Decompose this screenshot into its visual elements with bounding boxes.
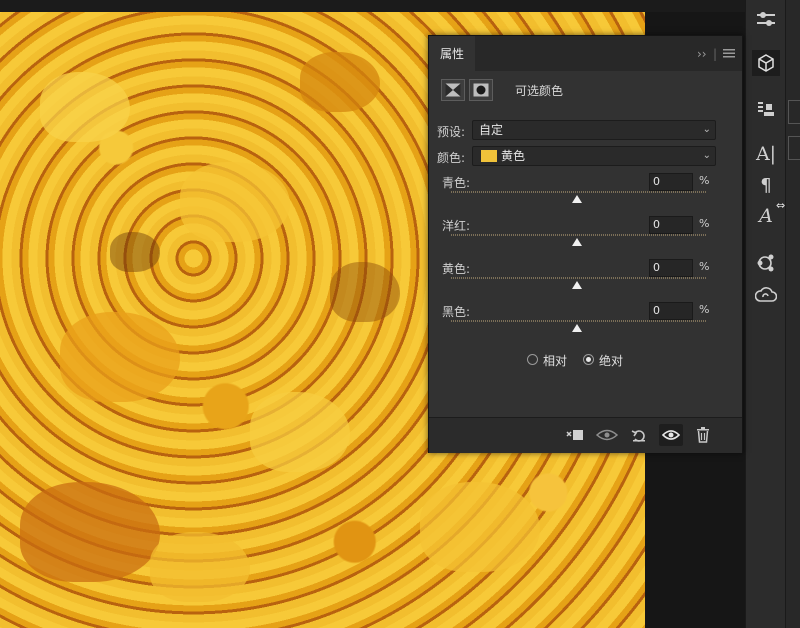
panel-scrollbar[interactable] [727, 128, 737, 414]
black-slider-row: 黑色: 0 % [429, 302, 742, 347]
adjustment-title: 可选颜色 [515, 84, 564, 98]
view-previous-state-icon[interactable] [595, 424, 619, 446]
collapse-chevrons-icon[interactable]: ›› [697, 47, 707, 61]
cyan-slider-thumb[interactable] [572, 195, 582, 203]
magenta-value-input[interactable]: 0 [649, 216, 693, 234]
selective-color-adjustment-icon[interactable] [441, 79, 465, 101]
stamp-icon[interactable] [752, 96, 780, 122]
magenta-label: 洋红: [442, 219, 471, 233]
clip-to-layer-icon[interactable] [563, 424, 587, 446]
yellow-label: 黄色: [442, 262, 471, 276]
properties-panel: 属性 ›› | 可选颜色 预设: 自定 ⌄ 颜色: 黄色 ⌄ 青色: 0 % 洋… [428, 35, 743, 453]
panel-tab-bar: 属性 ›› | [429, 36, 742, 71]
yellow-unit: % [699, 260, 710, 273]
cyan-unit: % [699, 174, 710, 187]
creative-cloud-icon[interactable] [752, 282, 780, 308]
preset-value: 自定 [479, 123, 504, 137]
adjustments-icon[interactable] [752, 6, 780, 32]
cyan-value-input[interactable]: 0 [649, 173, 693, 191]
yellow-swatch [481, 150, 497, 162]
yellow-slider-track[interactable] [451, 277, 707, 279]
cyan-slider-track[interactable] [451, 191, 707, 193]
magenta-slider-thumb[interactable] [572, 238, 582, 246]
chevron-down-icon: ⌄ [702, 150, 711, 161]
3d-cube-icon[interactable] [752, 50, 780, 76]
preset-select[interactable]: 自定 ⌄ [472, 120, 716, 140]
collapsed-panel-tab[interactable] [788, 100, 800, 124]
colors-value: 黄色 [501, 149, 526, 163]
character-icon[interactable]: A| [752, 141, 780, 167]
share-icon[interactable] [752, 250, 780, 276]
collapsed-panel-tab[interactable] [788, 136, 800, 160]
magenta-slider-row: 洋红: 0 % [429, 216, 742, 261]
magenta-unit: % [699, 217, 710, 230]
panel-menu-icon[interactable] [723, 47, 735, 61]
visibility-eye-icon[interactable] [659, 424, 683, 446]
paragraph-icon[interactable]: ¶ [752, 172, 780, 198]
tabbar-divider: | [713, 47, 718, 61]
panel-footer [429, 417, 742, 453]
tab-properties[interactable]: 属性 [429, 36, 475, 71]
chevron-down-icon: ⌄ [702, 124, 711, 135]
resize-arrows-icon[interactable]: ⇔ [776, 199, 785, 212]
absolute-radio[interactable] [583, 354, 594, 365]
preset-label: 预设: [437, 125, 466, 139]
layer-mask-icon[interactable] [469, 79, 493, 101]
black-value-input[interactable]: 0 [649, 302, 693, 320]
trash-icon[interactable] [691, 424, 715, 446]
cyan-label: 青色: [442, 176, 471, 190]
yellow-slider-row: 黄色: 0 % [429, 259, 742, 304]
black-unit: % [699, 303, 710, 316]
absolute-label: 绝对 [599, 354, 624, 368]
cyan-slider-row: 青色: 0 % [429, 173, 742, 218]
black-label: 黑色: [442, 305, 471, 319]
relative-label: 相对 [543, 354, 568, 368]
black-slider-track[interactable] [451, 320, 707, 322]
relative-radio[interactable] [527, 354, 538, 365]
reset-icon[interactable] [627, 424, 651, 446]
colors-select[interactable]: 黄色 ⌄ [472, 146, 716, 166]
canvas-top-border [0, 0, 745, 12]
black-slider-thumb[interactable] [572, 324, 582, 332]
colors-label: 颜色: [437, 151, 466, 165]
yellow-slider-thumb[interactable] [572, 281, 582, 289]
yellow-value-input[interactable]: 0 [649, 259, 693, 277]
magenta-slider-track[interactable] [451, 234, 707, 236]
secondary-dock-strip [785, 0, 800, 628]
panel-dock-strip: A| ¶ A [745, 0, 786, 628]
